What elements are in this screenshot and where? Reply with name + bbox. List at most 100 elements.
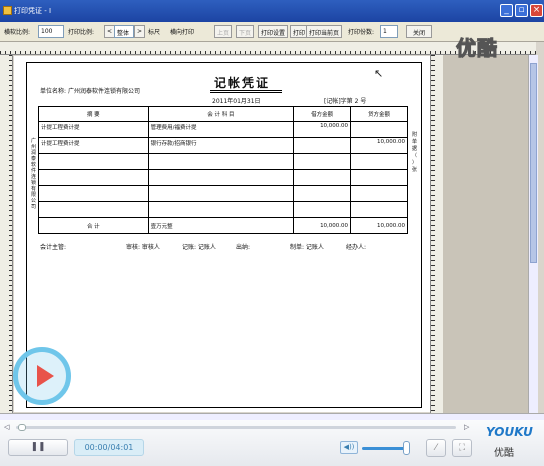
settings-icon[interactable]: ⁄ [426,439,446,457]
mouse-cursor-icon: ↖ [374,67,384,80]
supervisor-sign: 会计主管: [40,244,67,251]
prev-page-button[interactable]: 上页 [214,25,233,38]
voucher-page: 记帐凭证 单位名称: 广州润泰软件连锁有限公司 2011年01月31日 [记帐]… [14,56,430,412]
title-underline [210,90,282,93]
row-debit [293,137,352,154]
close-window-button[interactable]: × [530,4,543,17]
row-summary [38,185,149,202]
copies-input[interactable]: 1 [380,25,398,38]
fullscreen-icon[interactable]: ⛶ [452,439,472,457]
scroll-thumb[interactable] [530,63,537,263]
video-player-controls: ◁ ▷ ❚❚ 00:00/04:01 ◀)) ⁄ ⛶ [0,420,544,466]
total-debit: 10,000.00 [293,217,352,234]
app-icon [3,6,12,15]
vertical-scrollbar[interactable] [528,55,538,415]
minimize-button[interactable]: _ [500,4,513,17]
table-row: 计提工程费计提 管理费用/福费计提 10,000.00 [38,121,408,138]
row-summary [38,153,149,170]
copies-label: 打印份数: [348,29,375,36]
time-display: 00:00/04:01 [74,439,144,456]
print-settings-button[interactable]: 打印设置 [258,25,289,38]
header-account: 会 计 科 目 [147,106,295,122]
company-label: 单位名称: [40,88,67,95]
row-debit [293,169,352,186]
table-row: 计提工程费计提 银行存款/招商银行 10,000.00 [38,137,408,154]
row-credit: 10,000.00 [350,137,408,154]
header-summary: 摘 要 [38,106,149,122]
row-credit [350,201,408,218]
window-title: 打印凭证 - I [14,7,52,15]
print-preview-window: 打印凭证 - I _ ▫ × 横软比例: 100 打印比例: < 整体 > 标尺… [0,0,544,421]
next-scale-button[interactable]: > [134,25,146,38]
row-debit: 10,000.00 [293,121,352,138]
cashier-sign: 出纳: [236,244,251,251]
youku-watermark: 优酷 [456,36,498,61]
volume-slider[interactable] [362,447,408,450]
row-credit [350,169,408,186]
voucher-table: 摘 要 会 计 科 目 借方金额 贷方金额 计提工程费计提 管理费用/福费计提 … [38,106,408,234]
voucher-title: 记帐凭证 [214,76,271,90]
row-account [147,201,295,218]
youku-logo-cn: 优酷 [494,448,514,459]
total-in-words: 壹万元整 [147,217,295,234]
seek-forward-icon[interactable]: ▷ [464,423,469,431]
header-debit: 借方金额 [293,106,352,122]
print-scale-value[interactable]: 整体 [114,25,134,38]
title-bar: 打印凭证 - I _ ▫ × [0,0,544,22]
total-credit: 10,000.00 [350,217,408,234]
auditor-sign: 审核: 审核人 [126,244,160,251]
voucher-number: [记帐]字第 2 号 [324,98,367,105]
row-summary [38,169,149,186]
print-scale-label: 打印比例: [68,29,95,36]
seek-knob[interactable] [18,424,26,431]
row-credit [350,153,408,170]
row-account: 银行存款/招商银行 [147,137,295,154]
play-icon [37,365,54,387]
maker-sign: 制单: 记账人 [290,244,324,251]
table-row [38,169,408,186]
total-row: 合 计 壹万元整 10,000.00 10,000.00 [38,217,408,234]
attachments-note: 附单据（ ）张 [412,132,418,173]
youku-logo: YOUKU [486,425,533,439]
handler-sign: 经办人: [346,244,367,251]
close-button[interactable]: 关闭 [406,25,432,38]
row-summary: 计提工程费计提 [38,121,149,138]
volume-icon[interactable]: ◀)) [340,441,358,454]
row-account [147,153,295,170]
table-row [38,153,408,170]
row-account [147,169,295,186]
landscape-toggle[interactable]: 横向打印 [170,27,194,36]
row-account: 管理费用/福费计提 [147,121,295,138]
preview-background [443,55,528,415]
scale-select[interactable]: 100 [38,25,64,38]
pause-button[interactable]: ❚❚ [8,439,68,456]
row-debit [293,185,352,202]
ruler-toggle[interactable]: 标尺 [148,27,160,36]
header-credit: 贷方金额 [350,106,408,122]
row-summary [38,201,149,218]
company-value: 广州润泰软件连锁有限公司 [67,88,140,95]
vertical-ruler [0,55,13,415]
row-credit [350,121,408,138]
next-page-button[interactable]: 下页 [236,25,255,38]
voucher-date: 2011年01月31日 [212,98,261,105]
maximize-button[interactable]: ▫ [515,4,528,17]
table-header: 摘 要 会 计 科 目 借方金额 贷方金额 [38,106,408,122]
row-debit [293,153,352,170]
table-row [38,185,408,202]
print-current-page-button[interactable]: 打印当前页 [306,25,343,38]
row-summary: 计提工程费计提 [38,137,149,154]
right-ruler [430,55,443,415]
seek-bar[interactable]: ◁ ▷ [4,423,474,431]
table-row [38,201,408,218]
volume-knob[interactable] [403,441,410,455]
seek-track[interactable] [16,426,456,429]
total-label: 合 计 [38,217,149,234]
scale-label: 横软比例: [4,29,31,36]
play-button[interactable] [13,347,71,405]
seek-back-icon[interactable]: ◁ [4,423,9,431]
row-account [147,185,295,202]
row-credit [350,185,408,202]
row-debit [293,201,352,218]
bookkeeper-sign: 记账: 记账人 [182,244,216,251]
